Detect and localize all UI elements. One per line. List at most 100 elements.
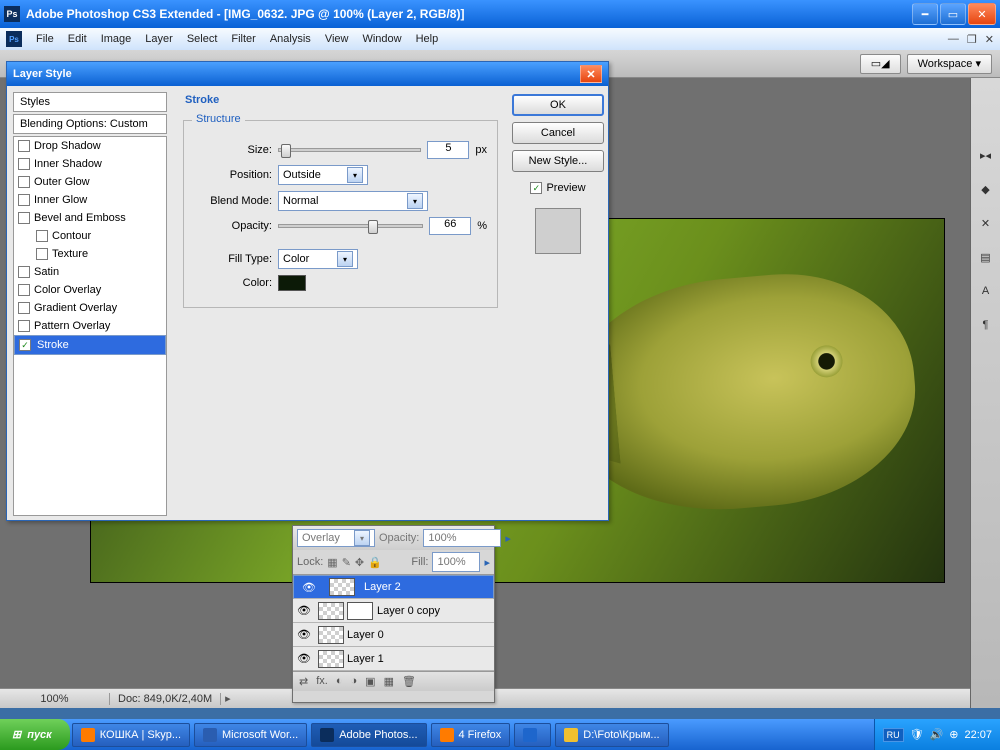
- styles-header[interactable]: Styles: [13, 92, 167, 112]
- layer-thumb[interactable]: [329, 578, 355, 596]
- style-item-inner-glow[interactable]: Inner Glow: [14, 191, 166, 209]
- task-button[interactable]: Microsoft Wor...: [194, 723, 307, 747]
- checkbox-icon[interactable]: [36, 230, 48, 242]
- layer-thumb[interactable]: [318, 626, 344, 644]
- visibility-icon[interactable]: 👁: [298, 581, 320, 594]
- lock-transparent-icon[interactable]: ▦: [327, 556, 337, 569]
- tray-icon[interactable]: 🛡: [910, 728, 924, 741]
- language-indicator[interactable]: RU: [883, 728, 904, 742]
- opacity-slider[interactable]: [278, 224, 423, 228]
- size-input[interactable]: 5: [427, 141, 469, 159]
- style-item-drop-shadow[interactable]: Drop Shadow: [14, 137, 166, 155]
- style-item-texture[interactable]: Texture: [14, 245, 166, 263]
- checkbox-icon[interactable]: [18, 212, 30, 224]
- style-item-stroke[interactable]: ✓Stroke: [14, 335, 166, 355]
- checkbox-icon[interactable]: [18, 176, 30, 188]
- checkbox-icon[interactable]: ✓: [19, 339, 31, 351]
- new-style-button[interactable]: New Style...: [512, 150, 604, 172]
- doc-info[interactable]: Doc: 849,0K/2,40M: [110, 693, 221, 705]
- menu-analysis[interactable]: Analysis: [270, 33, 311, 45]
- maximize-button[interactable]: ▭: [940, 3, 966, 25]
- blendmode-select[interactable]: Normal▾: [278, 191, 428, 211]
- task-button[interactable]: Adobe Photos...: [311, 723, 426, 747]
- adjustment-icon[interactable]: ◑: [351, 675, 358, 688]
- menu-view[interactable]: View: [325, 33, 349, 45]
- blending-options[interactable]: Blending Options: Custom: [13, 114, 167, 134]
- minimize-button[interactable]: ━: [912, 3, 938, 25]
- zoom-level[interactable]: 100%: [0, 693, 110, 705]
- fx-icon[interactable]: fx.: [316, 675, 328, 688]
- style-item-gradient-overlay[interactable]: Gradient Overlay: [14, 299, 166, 317]
- swatches-icon[interactable]: ✕: [977, 216, 995, 230]
- layer-row[interactable]: 👁Layer 0 copy: [293, 599, 494, 623]
- ok-button[interactable]: OK: [512, 94, 604, 116]
- lock-all-icon[interactable]: 🔒: [368, 556, 382, 569]
- checkbox-icon[interactable]: [18, 284, 30, 296]
- style-item-contour[interactable]: Contour: [14, 227, 166, 245]
- visibility-icon[interactable]: 👁: [293, 628, 315, 641]
- lock-paint-icon[interactable]: ✎: [342, 556, 351, 569]
- info-arrow-icon[interactable]: ▸: [225, 692, 231, 705]
- layer-row[interactable]: 👁Layer 0: [293, 623, 494, 647]
- paragraph-icon[interactable]: ¶: [977, 318, 995, 332]
- mdi-restore-icon[interactable]: ❐: [967, 33, 977, 46]
- color-swatch[interactable]: [278, 275, 306, 291]
- layer-opacity[interactable]: 100%: [423, 529, 501, 547]
- opacity-input[interactable]: 66: [429, 217, 471, 235]
- layer-thumb[interactable]: [318, 650, 344, 668]
- size-slider[interactable]: [278, 148, 421, 152]
- trash-icon[interactable]: 🗑: [402, 675, 416, 688]
- fill-arrow-icon[interactable]: ▸: [484, 556, 490, 569]
- mask-thumb[interactable]: [347, 602, 373, 620]
- task-button[interactable]: 4 Firefox: [431, 723, 511, 747]
- color-icon[interactable]: ◆: [977, 182, 995, 196]
- menu-layer[interactable]: Layer: [145, 33, 173, 45]
- group-icon[interactable]: ▣: [365, 675, 375, 688]
- mdi-minimize-icon[interactable]: ―: [948, 33, 959, 46]
- filltype-select[interactable]: Color▾: [278, 249, 358, 269]
- style-item-bevel-and-emboss[interactable]: Bevel and Emboss: [14, 209, 166, 227]
- screen-mode-button[interactable]: ▭◢: [860, 54, 901, 74]
- checkbox-icon[interactable]: [18, 140, 30, 152]
- link-layers-icon[interactable]: ⇄: [299, 675, 308, 688]
- menu-filter[interactable]: Filter: [231, 33, 255, 45]
- checkbox-icon[interactable]: [18, 194, 30, 206]
- navigator-icon[interactable]: ▸◂: [977, 148, 995, 162]
- checkbox-icon[interactable]: [18, 302, 30, 314]
- menu-help[interactable]: Help: [416, 33, 439, 45]
- menu-image[interactable]: Image: [101, 33, 132, 45]
- blend-mode-select[interactable]: Overlay▾: [297, 529, 375, 547]
- layer-row[interactable]: 👁Layer 1: [293, 647, 494, 671]
- character-icon[interactable]: A: [977, 284, 995, 298]
- workspace-button[interactable]: Workspace ▾: [907, 54, 992, 74]
- tray-icon[interactable]: 🔊: [930, 728, 944, 741]
- position-select[interactable]: Outside▾: [278, 165, 368, 185]
- task-button[interactable]: КОШКА | Skyp...: [72, 723, 190, 747]
- opacity-arrow-icon[interactable]: ▸: [505, 532, 511, 545]
- clock[interactable]: 22:07: [964, 729, 992, 741]
- cancel-button[interactable]: Cancel: [512, 122, 604, 144]
- tray-icon[interactable]: ⊕: [949, 728, 958, 741]
- menu-file[interactable]: File: [36, 33, 54, 45]
- style-item-outer-glow[interactable]: Outer Glow: [14, 173, 166, 191]
- mask-icon[interactable]: ◐: [336, 675, 343, 688]
- mdi-close-icon[interactable]: ✕: [985, 33, 994, 46]
- style-item-color-overlay[interactable]: Color Overlay: [14, 281, 166, 299]
- start-button[interactable]: ⊞ пуск: [0, 719, 70, 750]
- styles-icon[interactable]: ▤: [977, 250, 995, 264]
- checkbox-icon[interactable]: [18, 320, 30, 332]
- task-button[interactable]: [514, 723, 551, 747]
- visibility-icon[interactable]: 👁: [293, 652, 315, 665]
- visibility-icon[interactable]: 👁: [293, 604, 315, 617]
- preview-checkbox[interactable]: ✓Preview: [530, 182, 585, 194]
- lock-move-icon[interactable]: ✥: [355, 556, 364, 569]
- style-item-pattern-overlay[interactable]: Pattern Overlay: [14, 317, 166, 335]
- menu-window[interactable]: Window: [362, 33, 401, 45]
- style-item-satin[interactable]: Satin: [14, 263, 166, 281]
- layer-row[interactable]: 👁Layer 2: [293, 575, 494, 599]
- menu-select[interactable]: Select: [187, 33, 218, 45]
- task-button[interactable]: D:\Foto\Крым...: [555, 723, 668, 747]
- style-item-inner-shadow[interactable]: Inner Shadow: [14, 155, 166, 173]
- checkbox-icon[interactable]: [18, 158, 30, 170]
- dialog-close-button[interactable]: ✕: [580, 65, 602, 83]
